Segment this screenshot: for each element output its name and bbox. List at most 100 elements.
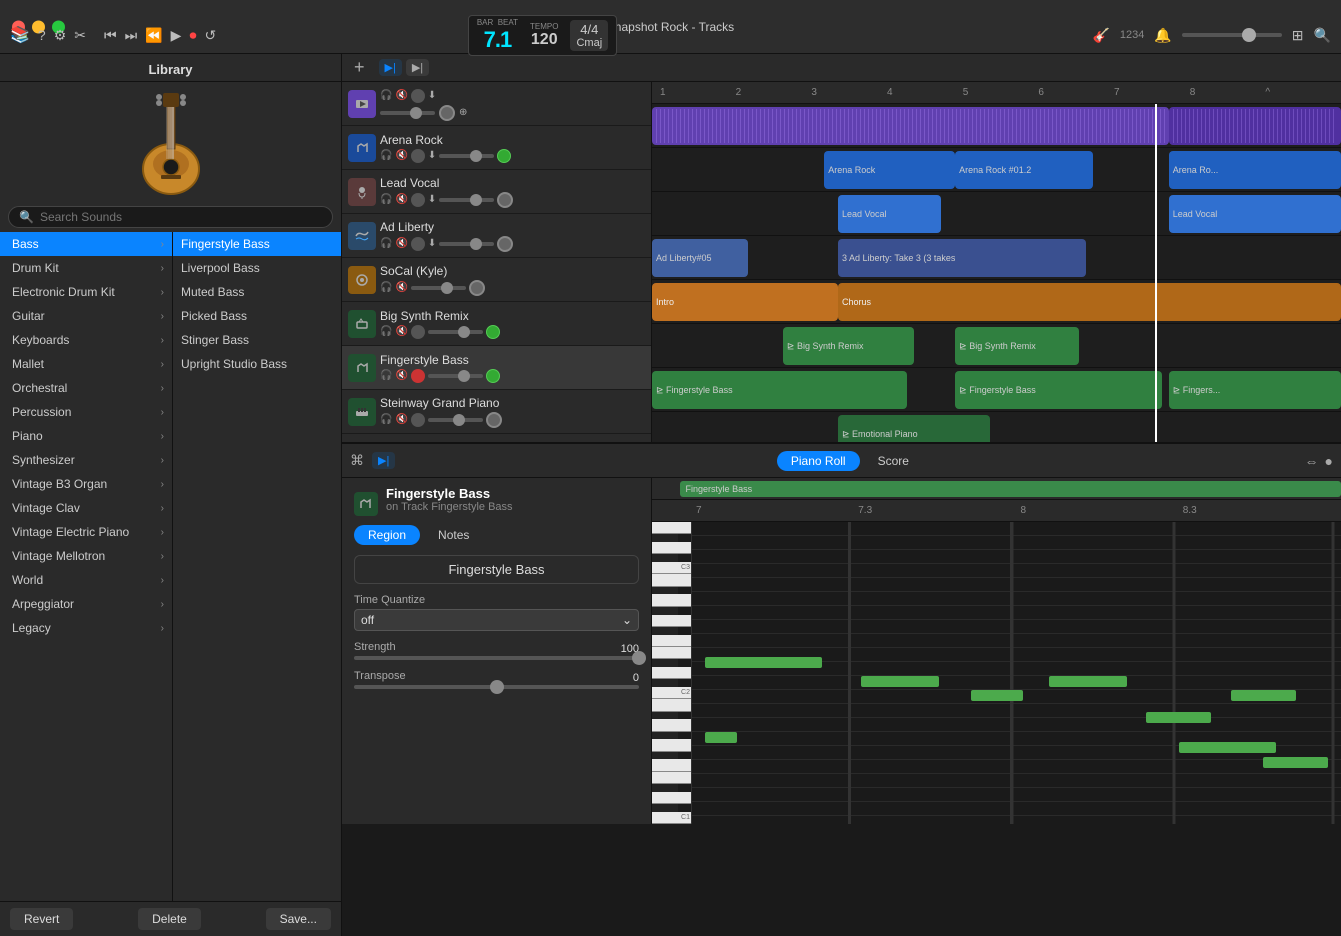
clip-arena-rock-3[interactable]: Arena Ro... — [1169, 151, 1341, 189]
al-headphones[interactable]: 🎧 — [380, 238, 392, 249]
key-e3[interactable] — [652, 522, 692, 534]
category-legacy[interactable]: Legacy › — [0, 616, 172, 640]
bs-output[interactable] — [486, 325, 500, 339]
track-volume-slider-1[interactable] — [380, 111, 435, 115]
key-gb1[interactable] — [652, 752, 678, 760]
fb-record[interactable] — [411, 369, 425, 383]
track-headphones-1[interactable]: 🎧 — [380, 90, 392, 101]
track-arrow-1[interactable]: ⬇ — [428, 90, 436, 101]
sk-mute[interactable]: 🔇 — [395, 282, 407, 293]
sound-upright-studio-bass[interactable]: Upright Studio Bass — [173, 352, 341, 376]
category-synthesizer[interactable]: Synthesizer › — [0, 448, 172, 472]
search-input[interactable] — [40, 210, 322, 224]
key-eb3[interactable] — [652, 534, 678, 542]
key-d1[interactable] — [652, 792, 692, 804]
category-electronic-drum-kit[interactable]: Electronic Drum Kit › — [0, 280, 172, 304]
add-track-button[interactable]: + — [350, 57, 369, 78]
key-eb1[interactable] — [652, 784, 678, 792]
pr-tab-piano-roll[interactable]: Piano Roll — [777, 451, 860, 471]
key-g1[interactable] — [652, 739, 692, 751]
ar-volume[interactable] — [439, 154, 494, 158]
sound-fingerstyle-bass[interactable]: Fingerstyle Bass — [173, 232, 341, 256]
lv-arrow[interactable]: ⬇ — [428, 194, 436, 205]
sk-headphones[interactable]: 🎧 — [380, 282, 392, 293]
master-volume-slider[interactable] — [1182, 33, 1282, 37]
display-mode-button[interactable]: ⊞ — [1292, 27, 1304, 44]
help-button[interactable]: ? — [38, 27, 46, 43]
smart-controls-button[interactable]: ⚙ — [54, 27, 67, 44]
note-8[interactable] — [1179, 742, 1276, 753]
key-c3[interactable]: C3 — [652, 562, 692, 574]
track-record-1[interactable] — [411, 89, 425, 103]
category-bass[interactable]: Bass › — [0, 232, 172, 256]
key-eb2[interactable] — [652, 659, 678, 667]
lv-mute[interactable]: 🔇 — [395, 194, 407, 205]
sg-volume[interactable] — [428, 418, 483, 422]
ar-arrow[interactable]: ⬇ — [428, 150, 436, 161]
track-mute-1[interactable]: 🔇 — [395, 90, 407, 101]
category-keyboards[interactable]: Keyboards › — [0, 328, 172, 352]
key-gb2[interactable] — [652, 627, 678, 635]
bs-record[interactable] — [411, 325, 425, 339]
category-guitar[interactable]: Guitar › — [0, 304, 172, 328]
lv-volume[interactable] — [439, 198, 494, 202]
lv-headphones[interactable]: 🎧 — [380, 194, 392, 205]
category-piano[interactable]: Piano › — [0, 424, 172, 448]
note-7[interactable] — [705, 732, 737, 743]
strength-slider[interactable] — [354, 656, 639, 660]
key-e2[interactable] — [652, 647, 692, 659]
key-d2[interactable] — [652, 667, 692, 679]
key-db2[interactable] — [652, 679, 678, 687]
clip-lead-vocal-2[interactable]: Lead Vocal — [1169, 195, 1341, 233]
sg-mute[interactable]: 🔇 — [395, 414, 407, 425]
category-vintage-ep[interactable]: Vintage Electric Piano › — [0, 520, 172, 544]
key-ab1[interactable] — [652, 732, 678, 740]
sound-picked-bass[interactable]: Picked Bass — [173, 304, 341, 328]
clip-ad-liberty-2[interactable]: 3 Ad Liberty: Take 3 (3 takes — [838, 239, 1086, 277]
category-orchestral[interactable]: Orchestral › — [0, 376, 172, 400]
category-drumkit[interactable]: Drum Kit › — [0, 256, 172, 280]
sg-headphones[interactable]: 🎧 — [380, 414, 392, 425]
pr-region-clip[interactable]: Fingerstyle Bass — [680, 481, 1341, 497]
smart-controls-pr-icon[interactable]: ⌘ — [350, 452, 364, 469]
al-record[interactable] — [411, 237, 425, 251]
bs-mute[interactable]: 🔇 — [395, 326, 407, 337]
key-a1[interactable] — [652, 719, 692, 731]
clip-fingerstyle-1[interactable]: ⊵ Fingerstyle Bass — [652, 371, 907, 409]
clip-socal-intro[interactable]: Intro — [652, 283, 838, 321]
rewind-button[interactable]: ⏮ — [104, 27, 117, 44]
key-c2[interactable]: C2 — [652, 687, 692, 699]
cycle-button[interactable]: ↺ — [204, 27, 216, 44]
sg-output[interactable] — [486, 412, 502, 428]
clip-track1-end[interactable] — [1169, 107, 1341, 145]
al-mute[interactable]: 🔇 — [395, 238, 407, 249]
category-vintage-clav[interactable]: Vintage Clav › — [0, 496, 172, 520]
smart-controls-icon[interactable]: ▶| — [379, 59, 402, 76]
bs-headphones[interactable]: 🎧 — [380, 326, 392, 337]
search-bar[interactable]: 🔍 — [8, 206, 333, 228]
category-vintage-b3[interactable]: Vintage B3 Organ › — [0, 472, 172, 496]
note-2[interactable] — [861, 676, 939, 687]
scissors-button[interactable]: ✂ — [74, 27, 86, 44]
editor-icon[interactable]: ▶| — [406, 59, 429, 76]
key-g2[interactable] — [652, 615, 692, 627]
clip-fingerstyle-3[interactable]: ⊵ Fingers... — [1169, 371, 1341, 409]
play-button[interactable]: ▶ — [171, 27, 182, 44]
fast-forward-button[interactable]: ⏭ — [125, 27, 138, 44]
category-mallet[interactable]: Mallet › — [0, 352, 172, 376]
category-vintage-mellotron[interactable]: Vintage Mellotron › — [0, 544, 172, 568]
key-b1[interactable] — [652, 699, 692, 711]
skip-back-button[interactable]: ⏪ — [145, 27, 162, 44]
lv-output[interactable] — [497, 192, 513, 208]
note-6[interactable] — [1231, 690, 1296, 701]
key-db3[interactable] — [652, 554, 678, 562]
key-f1[interactable] — [652, 759, 692, 771]
record-button[interactable]: ⏺ — [189, 27, 196, 44]
sound-stinger-bass[interactable]: Stinger Bass — [173, 328, 341, 352]
pr-expand-icon[interactable]: ⇔ — [1305, 453, 1319, 469]
sk-output[interactable] — [469, 280, 485, 296]
clip-fingerstyle-2[interactable]: ⊵ Fingerstyle Bass — [955, 371, 1162, 409]
clip-steinway-1[interactable]: ⊵ Emotional Piano — [838, 415, 990, 442]
pr-tab-score[interactable]: Score — [864, 451, 923, 471]
search-button[interactable]: 🔍 — [1314, 27, 1331, 44]
